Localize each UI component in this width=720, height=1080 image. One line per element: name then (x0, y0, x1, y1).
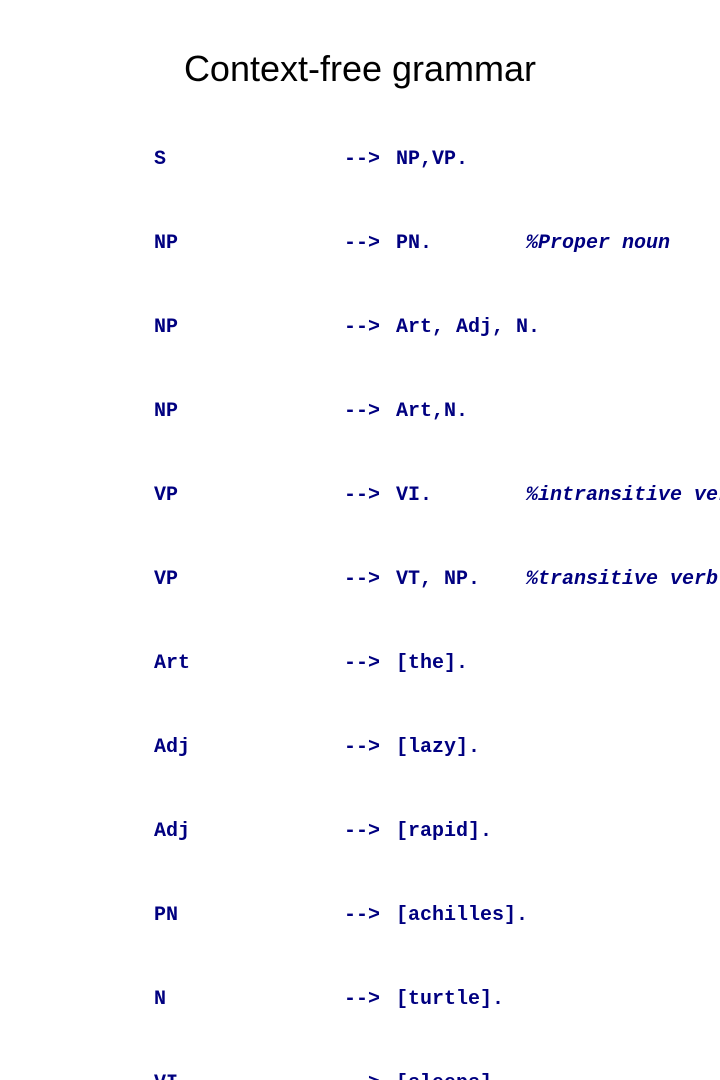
grammar-rule: Art-->[the]. (82, 622, 720, 706)
rule-rhs: [turtle]. (396, 986, 526, 1014)
rule-arrow: --> (344, 566, 396, 594)
rule-comment: %Proper noun (526, 230, 670, 258)
slide-title: Context-free grammar (0, 0, 720, 118)
rule-lhs: PN (154, 902, 344, 930)
rule-lhs: S (154, 146, 344, 174)
grammar-rule: NP-->PN.%Proper noun (82, 202, 720, 286)
rule-arrow: --> (344, 230, 396, 258)
rule-lhs: VI (154, 1070, 344, 1080)
rule-lhs: NP (154, 398, 344, 426)
grammar-rule: VP-->VT, NP.%transitive verb (82, 538, 720, 622)
rule-rhs: PN. (396, 230, 526, 258)
rule-lhs: Adj (154, 734, 344, 762)
grammar-block: S-->NP,VP. NP-->PN.%Proper noun NP-->Art… (82, 118, 720, 1080)
rule-arrow: --> (344, 818, 396, 846)
rule-arrow: --> (344, 650, 396, 678)
rule-arrow: --> (344, 986, 396, 1014)
rule-rhs: [achilles]. (396, 902, 526, 930)
rule-rhs: [rapid]. (396, 818, 526, 846)
rule-lhs: NP (154, 314, 344, 342)
rule-lhs: VP (154, 482, 344, 510)
grammar-rule: NP-->Art, Adj, N. (82, 286, 720, 370)
rule-arrow: --> (344, 398, 396, 426)
grammar-rule: Adj-->[lazy]. (82, 706, 720, 790)
rule-arrow: --> (344, 902, 396, 930)
rule-rhs: Art,N. (396, 398, 526, 426)
grammar-rule: VI-->[sleeps]. (82, 1042, 720, 1080)
grammar-rule: Adj-->[rapid]. (82, 790, 720, 874)
rule-lhs: NP (154, 230, 344, 258)
rule-rhs: NP,VP. (396, 146, 526, 174)
grammar-rule: NP-->Art,N. (82, 370, 720, 454)
rule-rhs: VT, NP. (396, 566, 526, 594)
rule-rhs: [sleeps]. (396, 1070, 526, 1080)
rule-lhs: VP (154, 566, 344, 594)
rule-arrow: --> (344, 314, 396, 342)
rule-comment: %intransitive verb (526, 482, 720, 510)
grammar-rule: S-->NP,VP. (82, 118, 720, 202)
rule-arrow: --> (344, 482, 396, 510)
grammar-rule: N-->[turtle]. (82, 958, 720, 1042)
rule-rhs: [lazy]. (396, 734, 526, 762)
rule-arrow: --> (344, 1070, 396, 1080)
rule-lhs: Art (154, 650, 344, 678)
rule-rhs: Art, Adj, N. (396, 314, 526, 342)
rule-arrow: --> (344, 146, 396, 174)
rule-arrow: --> (344, 734, 396, 762)
rule-comment: %transitive verb (526, 566, 718, 594)
rule-lhs: Adj (154, 818, 344, 846)
rule-rhs: VI. (396, 482, 526, 510)
rule-lhs: N (154, 986, 344, 1014)
grammar-rule: VP-->VI.%intransitive verb (82, 454, 720, 538)
grammar-rule: PN-->[achilles]. (82, 874, 720, 958)
rule-rhs: [the]. (396, 650, 526, 678)
slide: Context-free grammar S-->NP,VP. NP-->PN.… (0, 0, 720, 540)
